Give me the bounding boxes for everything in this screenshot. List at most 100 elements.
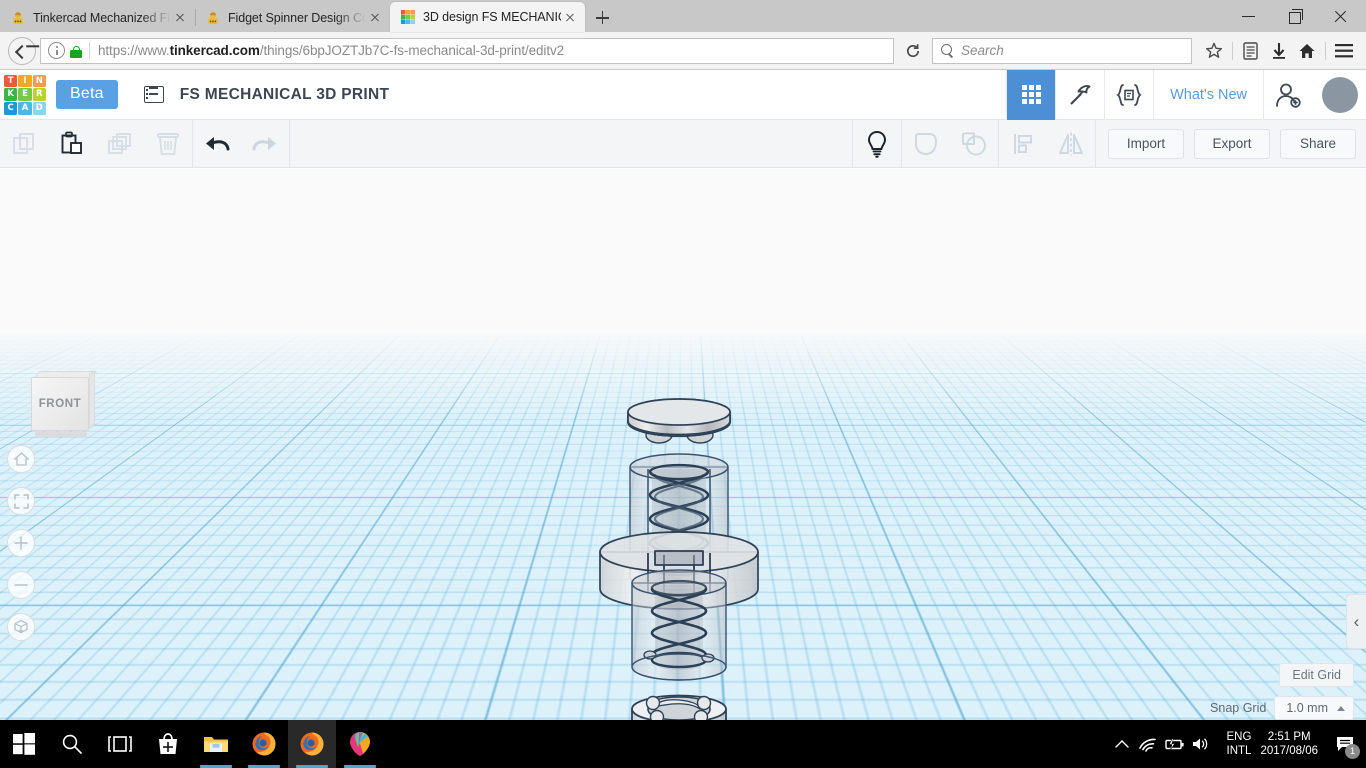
mirror-button[interactable] <box>1047 120 1095 168</box>
tab-title: Fidget Spinner Design Conte <box>228 10 366 25</box>
view-cube-front-face[interactable]: FRONT <box>31 377 89 431</box>
battery-button[interactable] <box>1161 720 1187 768</box>
copy-button[interactable] <box>0 120 48 168</box>
zoom-in-button[interactable] <box>7 529 35 557</box>
caret-up-icon <box>1337 705 1345 711</box>
firefox-button-active[interactable] <box>288 720 336 768</box>
back-button[interactable] <box>8 36 36 65</box>
beta-badge[interactable]: Beta <box>56 80 118 109</box>
zoom-out-icon <box>14 584 28 586</box>
workplane-grid <box>0 169 1366 334</box>
reload-button[interactable] <box>900 38 926 64</box>
redo-button[interactable] <box>241 120 289 168</box>
browser-search-box[interactable]: Search <box>932 37 1192 64</box>
zoom-out-button[interactable] <box>7 571 35 599</box>
tab-close-icon[interactable] <box>561 8 579 26</box>
action-center-button[interactable]: 1 <box>1328 720 1362 768</box>
browser-tab-active[interactable]: 3D design FS MECHANICAL <box>390 2 585 32</box>
browser-tab[interactable]: Fidget Spinner Design Conte <box>195 3 390 32</box>
lightbulb-hint-button[interactable] <box>853 120 901 168</box>
home-view-button[interactable] <box>7 445 35 473</box>
whats-new-link[interactable]: What's New <box>1153 69 1263 120</box>
firefox-icon <box>252 732 276 756</box>
snap-grid-select[interactable]: 1.0 mm <box>1274 696 1354 720</box>
network-button[interactable] <box>1135 720 1161 768</box>
tinkercad-favicon <box>205 10 221 26</box>
bookmark-star-icon[interactable] <box>1200 37 1228 65</box>
tab-close-icon[interactable] <box>366 9 384 27</box>
logo-tile-c: C <box>4 101 18 115</box>
close-window-button[interactable] <box>1318 1 1364 31</box>
taskbar-search-button[interactable] <box>48 720 96 768</box>
edit-grid-button[interactable]: Edit Grid <box>1279 663 1354 687</box>
page-info-icon[interactable] <box>48 42 65 59</box>
panel-collapse-handle[interactable]: ‹ <box>1346 594 1366 649</box>
fit-to-view-button[interactable] <box>7 487 35 515</box>
3d-canvas[interactable]: FRONT ‹ Edit Grid Snap Grid 1.0 mm <box>0 169 1366 720</box>
grid-designs-icon[interactable] <box>1006 69 1056 120</box>
minimize-button[interactable] <box>1226 1 1272 31</box>
duplicate-button[interactable] <box>96 120 144 168</box>
clock[interactable]: 2:51 PM 2017/08/06 <box>1260 730 1318 758</box>
group-icon <box>915 132 937 155</box>
new-tab-button[interactable] <box>585 3 619 32</box>
downloads-icon[interactable] <box>1265 37 1293 65</box>
perspective-toggle-button[interactable] <box>7 613 35 641</box>
task-view-icon <box>108 736 132 752</box>
share-button[interactable]: Share <box>1280 128 1356 159</box>
microsoft-store-button[interactable] <box>144 720 192 768</box>
home-view-icon <box>13 452 29 466</box>
microsoft-store-icon <box>159 733 177 754</box>
paste-icon <box>61 131 82 154</box>
firefox-icon <box>300 732 324 756</box>
codeblocks-hammer-icon[interactable] <box>1055 69 1104 120</box>
paint3d-button[interactable] <box>336 720 384 768</box>
logo-tile-r: R <box>32 88 46 101</box>
volume-button[interactable] <box>1187 720 1213 768</box>
file-explorer-button[interactable] <box>192 720 240 768</box>
logo-tile-k: K <box>4 88 18 101</box>
view-cube-base <box>35 432 87 437</box>
project-menu-icon[interactable] <box>143 86 164 103</box>
maximize-restore-button[interactable] <box>1272 1 1318 31</box>
group-button[interactable] <box>902 120 950 168</box>
copy-icon <box>13 132 34 154</box>
tab-close-icon[interactable] <box>171 9 189 27</box>
zoom-in-icon <box>14 536 28 550</box>
show-hidden-icons-button[interactable] <box>1109 720 1135 768</box>
view-cube-right-face[interactable] <box>89 370 95 428</box>
tab-title: Tinkercad Mechanized Fidge <box>33 10 171 25</box>
search-placeholder: Search <box>961 43 1004 58</box>
header-actions: What's New <box>1006 69 1366 120</box>
snap-grid-controls: Snap Grid 1.0 mm <box>1210 696 1354 720</box>
add-person-icon[interactable] <box>1263 69 1312 120</box>
export-button[interactable]: Export <box>1194 128 1270 159</box>
url-text: https://www.tinkercad.com/things/6bpJOZT… <box>98 43 564 58</box>
address-bar[interactable]: https://www.tinkercad.com/things/6bpJOZT… <box>40 37 894 64</box>
user-avatar[interactable] <box>1322 76 1358 113</box>
ungroup-button[interactable] <box>950 120 998 168</box>
view-cube[interactable]: FRONT <box>31 370 97 437</box>
app-header: T I N K E R C A D Beta FS MECHANICAL 3D … <box>0 69 1366 120</box>
browser-tab[interactable]: Tinkercad Mechanized Fidge <box>0 3 195 32</box>
lock-icon <box>69 43 83 59</box>
library-icon[interactable] <box>1237 37 1265 65</box>
home-icon[interactable] <box>1293 37 1321 65</box>
task-view-button[interactable] <box>96 720 144 768</box>
import-button[interactable]: Import <box>1108 128 1184 159</box>
firefox-button[interactable] <box>240 720 288 768</box>
start-button[interactable] <box>0 720 48 768</box>
code-brackets-icon[interactable] <box>1104 69 1153 120</box>
language-indicator[interactable]: ENG INTL <box>1227 730 1252 758</box>
logo-tile-i: I <box>18 74 32 88</box>
undo-button[interactable] <box>193 120 241 168</box>
clock-date: 2017/08/06 <box>1260 745 1318 757</box>
paste-button[interactable] <box>48 120 96 168</box>
logo-tile-e: E <box>18 88 32 101</box>
align-icon <box>1014 133 1032 154</box>
menu-hamburger-icon[interactable] <box>1330 37 1358 65</box>
page-title: FS MECHANICAL 3D PRINT <box>179 85 390 103</box>
align-button[interactable] <box>999 120 1047 168</box>
tinkercad-logo[interactable]: T I N K E R C A D <box>4 74 46 115</box>
delete-button[interactable] <box>144 120 192 168</box>
